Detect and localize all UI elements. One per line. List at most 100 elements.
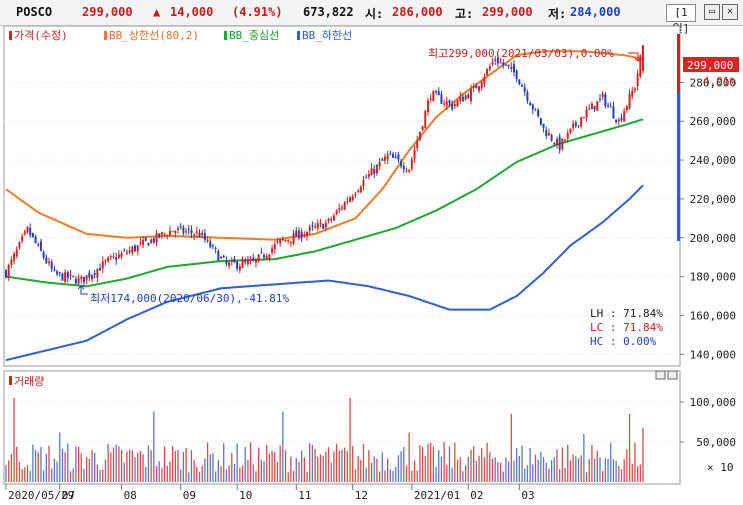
candle: [456, 99, 459, 108]
high-price: 299,000: [482, 5, 533, 19]
candle-body: [50, 261, 53, 269]
candle-body: [136, 245, 139, 252]
candle-body: [491, 62, 494, 65]
candle-body: [233, 258, 236, 263]
candle-body: [349, 197, 352, 203]
candle-body: [273, 243, 276, 250]
candle-body: [211, 245, 214, 247]
candle-body: [502, 62, 505, 66]
candle-body: [88, 272, 91, 278]
legend-bb-lower: BB_하한선: [302, 28, 352, 42]
candle-body: [402, 166, 405, 170]
candle-body: [287, 240, 290, 242]
candle-body: [77, 277, 80, 284]
candle-body: [147, 243, 150, 246]
candle: [539, 117, 542, 126]
candle-body: [314, 226, 317, 228]
candle-body: [238, 266, 241, 271]
date-tick-label: 12: [355, 489, 368, 502]
candle: [5, 268, 7, 279]
candle-body: [604, 94, 607, 107]
price-panel: [3, 26, 681, 367]
current-price: 299,000: [82, 5, 133, 19]
candle-body: [306, 231, 309, 237]
legend-bb-lower-swatch: [297, 31, 300, 40]
panel-close-icon[interactable]: [667, 370, 678, 380]
candle-body: [297, 230, 300, 239]
candle-body: [198, 232, 201, 237]
candle-body: [588, 108, 591, 110]
candle-body: [324, 222, 327, 228]
candle-body: [580, 117, 583, 127]
date-tick-label: 08: [124, 489, 137, 502]
minimize-icon[interactable]: ▭: [704, 4, 720, 20]
legend-bb-upper-swatch: [104, 31, 107, 40]
legend-bb-middle-swatch: [224, 31, 227, 40]
candle-body: [569, 128, 572, 133]
candle-body: [303, 235, 306, 237]
axis-range-bar-red: [677, 34, 680, 92]
candle-body: [410, 159, 413, 169]
candle-body: [357, 190, 360, 192]
candle-body: [633, 88, 636, 91]
low-annotation: 최저174,000(2020/06/30),-41.81%: [90, 292, 289, 305]
candle-body: [107, 257, 110, 262]
candle-body: [346, 201, 349, 203]
candle-body: [534, 108, 537, 110]
candle-body: [244, 261, 247, 263]
candle-body: [609, 106, 612, 108]
close-icon[interactable]: ✕: [722, 4, 738, 20]
high-annotation: 최고299,000(2021/03/03),0.00%: [428, 47, 614, 60]
volume-tick-label: 100,000: [690, 396, 736, 409]
candle-body: [10, 259, 13, 265]
candle-body: [504, 64, 507, 66]
candle-body: [101, 261, 104, 269]
candle-body: [228, 262, 231, 266]
candle-body: [394, 156, 397, 158]
candle-body: [472, 86, 475, 88]
candle-body: [445, 101, 448, 106]
candle-body: [596, 101, 599, 112]
candle-body: [292, 233, 295, 245]
candle: [561, 137, 564, 151]
candle-body: [265, 255, 268, 259]
candle-body: [18, 241, 21, 248]
candle-body: [389, 153, 392, 155]
candle-body: [252, 257, 255, 261]
candle-body: [182, 227, 185, 234]
candle-body: [308, 226, 311, 231]
candle-body: [284, 239, 287, 242]
candle-body: [478, 86, 481, 91]
candle-body: [246, 260, 249, 265]
candle-body: [564, 139, 567, 141]
candle-body: [558, 136, 561, 151]
candle-body: [131, 246, 134, 253]
candle-body: [582, 117, 585, 119]
candle-body: [203, 233, 206, 240]
candle-body: [335, 210, 338, 214]
candle-body: [257, 254, 260, 262]
candle-body: [615, 119, 618, 123]
price-tick-label: 180,000: [690, 271, 736, 284]
candle-body: [405, 170, 408, 172]
candle-body: [158, 233, 161, 238]
candle-body: [418, 131, 421, 140]
candle-body: [440, 94, 443, 104]
candle-body: [195, 231, 198, 234]
price-tick-label: 140,000: [690, 348, 736, 361]
candle-body: [521, 85, 524, 87]
candle-body: [179, 226, 182, 228]
candle-body: [523, 87, 526, 92]
candle-body: [507, 64, 510, 67]
panel-minimize-icon[interactable]: [655, 370, 666, 380]
candle-body: [386, 154, 389, 160]
candle-body: [518, 79, 521, 85]
candle-body: [467, 94, 470, 99]
candle-body: [150, 239, 153, 244]
candle-body: [375, 164, 378, 174]
candle-body: [263, 255, 266, 258]
candle-body: [220, 256, 223, 259]
period-selector[interactable]: [1일]: [666, 4, 696, 35]
candle-body: [201, 232, 204, 235]
candle-body: [620, 117, 623, 120]
